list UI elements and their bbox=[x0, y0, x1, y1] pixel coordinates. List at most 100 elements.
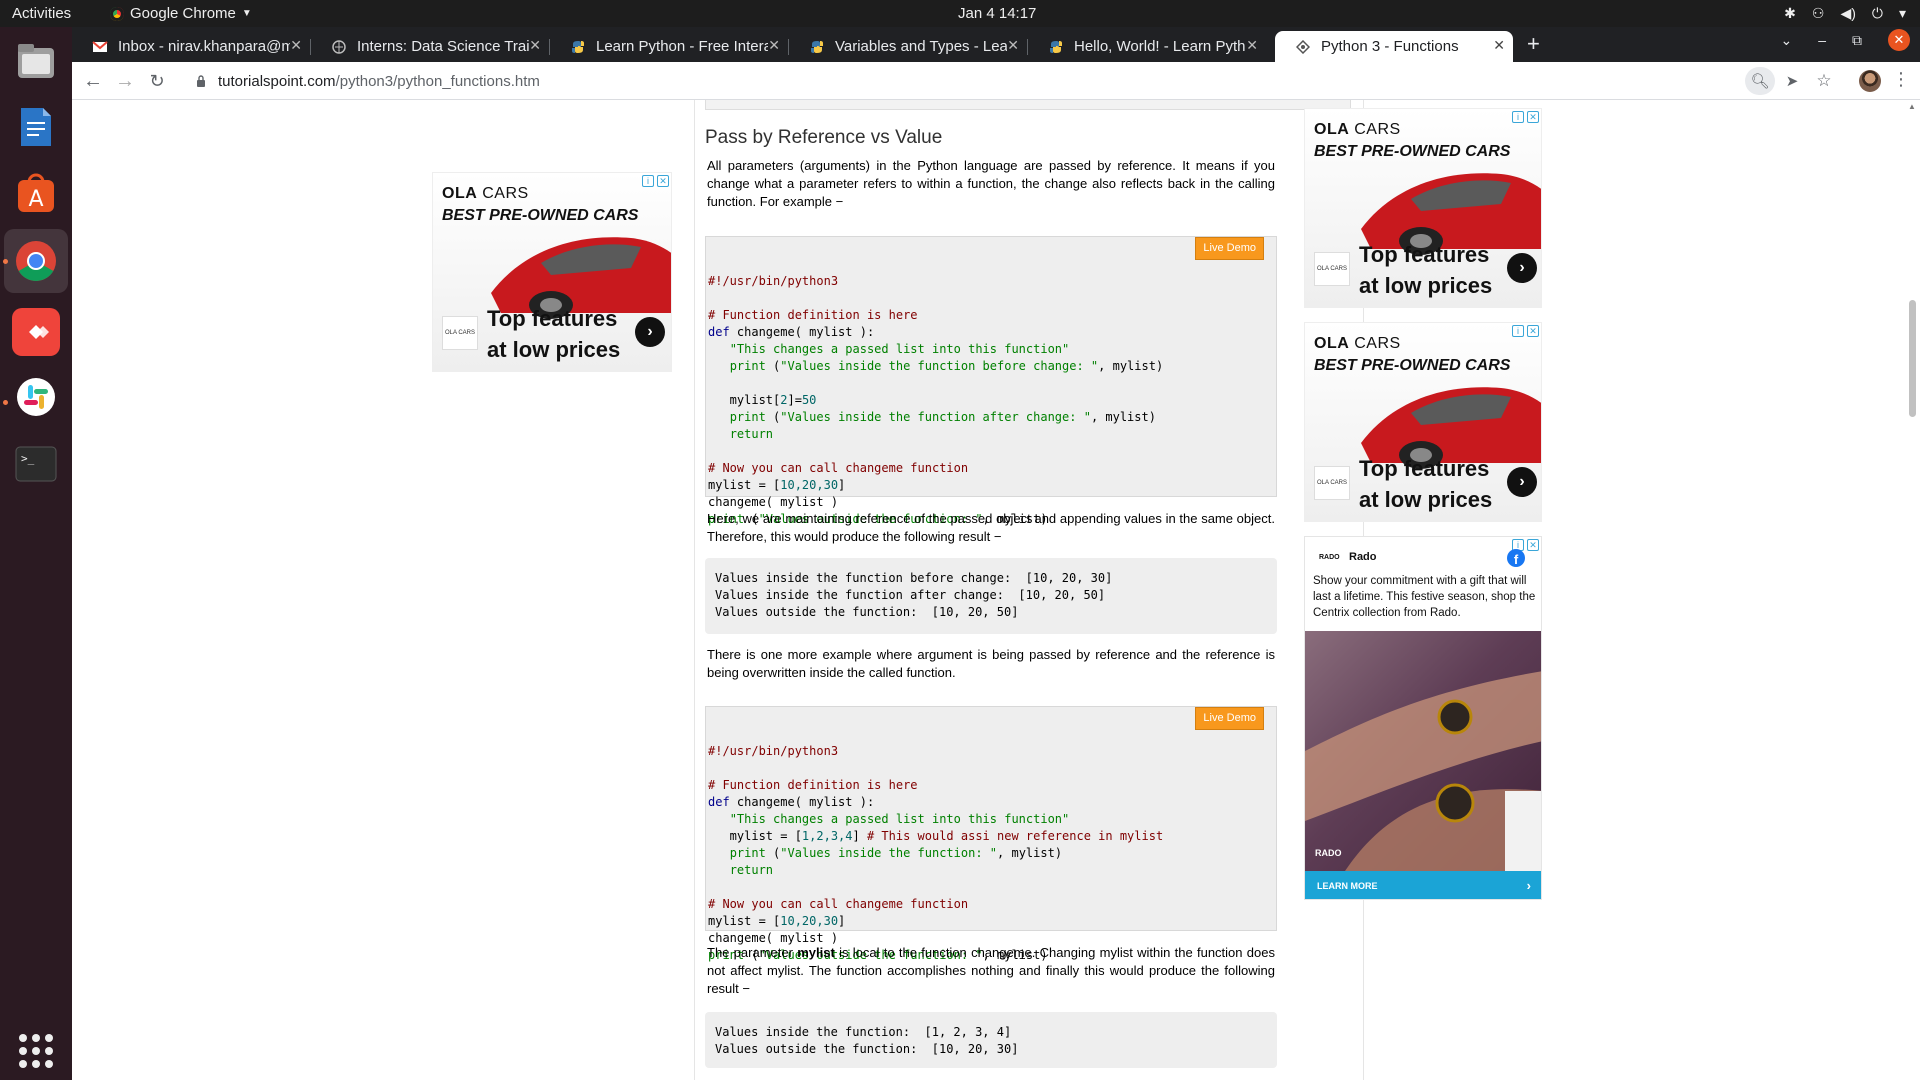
previous-output-block bbox=[705, 100, 1351, 110]
tab-label: Hello, World! - Learn Pyth bbox=[1074, 38, 1246, 55]
tab-search-chevron-icon[interactable]: ⌄ bbox=[1780, 32, 1792, 49]
python-icon bbox=[1048, 39, 1064, 55]
running-indicator bbox=[3, 400, 8, 405]
dock-ubuntu-software[interactable]: A bbox=[12, 169, 60, 217]
volume-icon[interactable]: ◀) bbox=[1840, 5, 1855, 22]
gmail-icon bbox=[92, 39, 108, 55]
chrome-menu-icon[interactable]: ⋮ bbox=[1892, 69, 1910, 90]
chevron-right-icon[interactable]: › bbox=[1507, 253, 1537, 283]
minimize-icon[interactable]: – bbox=[1818, 32, 1826, 48]
ad-headline: Top features at low prices bbox=[1359, 242, 1493, 298]
reload-icon[interactable]: ↻ bbox=[144, 68, 170, 94]
chevron-right-icon: › bbox=[1526, 878, 1531, 893]
code-text: #!/usr/bin/python3 # Function definition… bbox=[708, 274, 1164, 526]
close-tab-icon[interactable]: ✕ bbox=[290, 37, 302, 54]
code-block-1: #!/usr/bin/python3 # Function definition… bbox=[705, 236, 1277, 526]
caret-down-icon: ▼ bbox=[241, 8, 252, 19]
dock-libreoffice-writer[interactable] bbox=[12, 103, 60, 151]
scrollbar-thumb[interactable] bbox=[1909, 300, 1916, 417]
tab-strip: Inbox - nirav.khanpara@m ✕ Interns: Data… bbox=[72, 27, 1920, 62]
dock-terminal[interactable]: >_ bbox=[12, 440, 60, 488]
close-tab-icon[interactable]: ✕ bbox=[1246, 37, 1258, 54]
system-tray[interactable]: ✱ ⚇ ◀) ⏻ ▾ bbox=[1784, 5, 1906, 22]
python-icon bbox=[809, 39, 825, 55]
forward-icon[interactable]: → bbox=[112, 68, 138, 94]
profile-avatar[interactable] bbox=[1859, 70, 1881, 92]
svg-text:>_: >_ bbox=[21, 452, 35, 465]
tab-label: Inbox - nirav.khanpara@m bbox=[118, 38, 290, 55]
code-block-2: #!/usr/bin/python3 # Function definition… bbox=[705, 706, 1277, 962]
app-grid-icon bbox=[19, 1034, 53, 1068]
address-bar[interactable]: tutorialspoint.com/python3/python_functi… bbox=[182, 66, 1862, 96]
maximize-icon[interactable]: ⧉ bbox=[1852, 32, 1862, 49]
send-icon[interactable]: ➤ bbox=[1780, 69, 1804, 93]
chevron-down-icon[interactable]: ▾ bbox=[1899, 5, 1906, 22]
show-applications-button[interactable] bbox=[12, 1027, 60, 1075]
ad-mini-logo: OLA CARS bbox=[1314, 252, 1350, 286]
back-icon[interactable]: ← bbox=[80, 68, 106, 94]
ad-choices[interactable]: i ✕ bbox=[1512, 111, 1539, 123]
tab-variables-types[interactable]: Variables and Types - Lear ✕ bbox=[789, 31, 1027, 62]
url-host: tutorialspoint.com bbox=[218, 72, 336, 90]
ad-choices[interactable]: i ✕ bbox=[642, 175, 669, 187]
tab-label: Python 3 - Functions bbox=[1321, 38, 1459, 55]
tab-interns[interactable]: Interns: Data Science Trai ✕ bbox=[311, 31, 549, 62]
close-tab-icon[interactable]: ✕ bbox=[1493, 37, 1505, 54]
running-indicator bbox=[3, 259, 8, 264]
rado-ad[interactable]: i ✕ RADO Rado f Show your commitment with… bbox=[1304, 536, 1542, 900]
app-menu[interactable]: Google Chrome ▼ bbox=[110, 5, 252, 22]
terminal-icon: >_ bbox=[15, 446, 57, 482]
close-tab-icon[interactable]: ✕ bbox=[529, 37, 541, 54]
ad-body-text: Show your commitment with a gift that wi… bbox=[1313, 575, 1536, 619]
output-block-2: Values inside the function: [1, 2, 3, 4]… bbox=[705, 1012, 1277, 1068]
tab-python3-functions[interactable]: Python 3 - Functions ✕ bbox=[1275, 31, 1513, 62]
tab-hello-world[interactable]: Hello, World! - Learn Pyth ✕ bbox=[1028, 31, 1266, 62]
window-controls: ⌄ – ⧉ ✕ bbox=[1780, 29, 1910, 51]
ad-info-icon[interactable]: i bbox=[1512, 325, 1524, 337]
ad-info-icon[interactable]: i bbox=[642, 175, 654, 187]
network-icon[interactable]: ⚇ bbox=[1812, 5, 1825, 22]
ad-brand: OLA CARS bbox=[442, 185, 529, 202]
live-demo-button[interactable]: Live Demo bbox=[1195, 237, 1264, 260]
dock: A >_ bbox=[0, 27, 72, 1080]
bookmark-star-icon[interactable]: ☆ bbox=[1812, 69, 1836, 93]
close-tab-icon[interactable]: ✕ bbox=[1007, 37, 1019, 54]
chrome-icon bbox=[110, 6, 124, 21]
activities-button[interactable]: Activities bbox=[12, 5, 71, 22]
dock-anydesk[interactable] bbox=[12, 308, 60, 356]
clock[interactable]: Jan 4 14:17 bbox=[958, 5, 1036, 22]
tab-learn-python[interactable]: Learn Python - Free Intera ✕ bbox=[550, 31, 788, 62]
learn-more-button[interactable]: LEARN MORE › bbox=[1305, 871, 1541, 899]
ad-mini-logo: OLA CARS bbox=[442, 316, 478, 350]
ola-cars-ad-right-1[interactable]: i ✕ OLA CARS BEST PRE-OWNED CARS OLA CARS… bbox=[1304, 108, 1542, 308]
close-tab-icon[interactable]: ✕ bbox=[768, 37, 780, 54]
dock-slack[interactable] bbox=[12, 373, 60, 421]
ola-cars-ad-left[interactable]: i ✕ OLA CARS BEST PRE-OWNED CARS OLA CARS… bbox=[432, 172, 672, 372]
paragraph-local-parameter: The parameter mylist is local to the fun… bbox=[707, 945, 1275, 996]
dock-google-chrome[interactable] bbox=[4, 229, 68, 293]
ad-close-icon[interactable]: ✕ bbox=[1527, 539, 1539, 551]
new-tab-button[interactable]: + bbox=[1527, 31, 1540, 57]
browser-toolbar: ← → ↻ tutorialspoint.com/python3/python_… bbox=[72, 62, 1920, 100]
vertical-scrollbar[interactable]: ▲ bbox=[1905, 100, 1920, 1080]
watch-photo: RADO bbox=[1305, 631, 1541, 871]
live-demo-button[interactable]: Live Demo bbox=[1195, 707, 1264, 730]
ad-close-icon[interactable]: ✕ bbox=[1527, 325, 1539, 337]
svg-text:RADO: RADO bbox=[1315, 848, 1342, 858]
tab-inbox[interactable]: Inbox - nirav.khanpara@m ✕ bbox=[72, 31, 310, 62]
window-close-icon[interactable]: ✕ bbox=[1888, 29, 1910, 51]
scroll-up-icon[interactable]: ▲ bbox=[1908, 102, 1916, 111]
ad-close-icon[interactable]: ✕ bbox=[657, 175, 669, 187]
advertiser-name: Rado bbox=[1349, 551, 1377, 563]
slack-tray-icon[interactable]: ✱ bbox=[1784, 5, 1796, 22]
ad-choices[interactable]: i ✕ bbox=[1512, 325, 1539, 337]
power-icon[interactable]: ⏻ bbox=[1872, 5, 1883, 22]
rado-logo: RADO bbox=[1319, 554, 1340, 561]
ola-cars-ad-right-2[interactable]: i ✕ OLA CARS BEST PRE-OWNED CARS OLA CARS… bbox=[1304, 322, 1542, 522]
zoom-icon[interactable]: 🔍︎ bbox=[1748, 69, 1772, 93]
chevron-right-icon[interactable]: › bbox=[1507, 467, 1537, 497]
ad-info-icon[interactable]: i bbox=[1512, 111, 1524, 123]
dock-files[interactable] bbox=[12, 37, 60, 85]
chevron-right-icon[interactable]: › bbox=[635, 317, 665, 347]
ad-close-icon[interactable]: ✕ bbox=[1527, 111, 1539, 123]
